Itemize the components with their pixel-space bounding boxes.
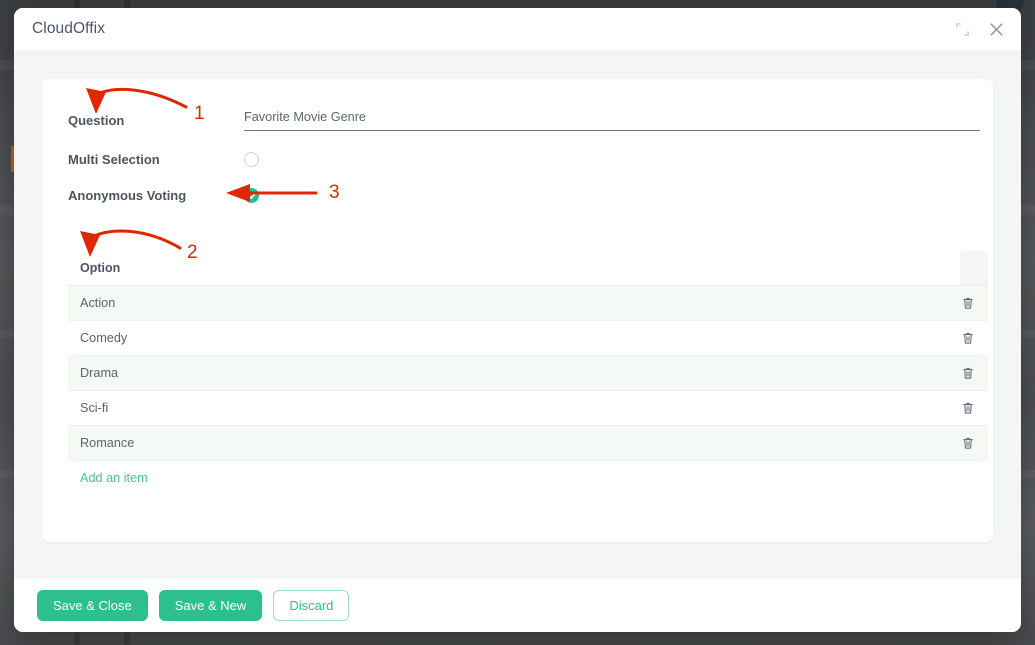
poll-form-card: Question Multi Selection Anonymous Votin… [42,79,993,542]
multi-selection-checkbox[interactable] [244,152,259,167]
dialog-body: Question Multi Selection Anonymous Votin… [14,50,1021,577]
option-cell: Romance [80,436,135,450]
save-and-new-button[interactable]: Save & New [158,589,263,621]
trash-icon[interactable] [948,436,988,450]
multi-selection-label: Multi Selection [68,152,160,167]
anonymous-voting-label: Anonymous Voting [68,188,187,203]
column-header-actions [960,251,988,285]
trash-icon[interactable] [948,296,988,310]
multi-selection-row: Multi Selection [68,146,963,173]
question-field-row: Question [68,107,980,134]
table-row[interactable]: Comedy [68,321,988,356]
add-item-row: Add an item [68,461,988,495]
cloudoffix-dialog: CloudOffix Question Favorite Movie Genre… [14,8,1021,632]
option-cell: Comedy [80,331,128,345]
anonymous-voting-row: Anonymous Voting [68,182,963,209]
table-row[interactable]: Drama [68,356,988,391]
dialog-header: CloudOffix [14,8,1021,50]
options-table: Option Action Comedy Drama Sci-fi Romanc… [68,251,988,495]
table-row[interactable]: Action [68,286,988,321]
trash-icon[interactable] [948,331,988,345]
option-cell: Sci-fi [80,401,109,415]
question-control [244,110,980,131]
dialog-footer: Save & Close Save & New Discard [14,577,1021,632]
table-row[interactable]: Sci-fi [68,391,988,426]
option-cell: Action [80,296,116,310]
question-input[interactable] [244,110,980,131]
save-and-close-button[interactable]: Save & Close [37,589,148,621]
option-cell: Drama [80,366,119,380]
add-an-item-link[interactable]: Add an item [68,471,148,485]
anonymous-voting-checkbox[interactable] [244,188,259,203]
close-icon[interactable] [985,18,1007,40]
discard-button[interactable]: Discard [273,589,350,621]
trash-icon[interactable] [948,401,988,415]
dialog-title: CloudOffix [32,20,106,37]
column-header-option: Option [80,261,121,275]
options-table-header: Option [68,251,988,286]
question-label: Question [68,113,125,128]
dialog-header-actions [951,18,1007,40]
trash-icon[interactable] [948,366,988,380]
multi-selection-control [244,152,963,167]
restore-window-icon[interactable] [951,18,973,40]
table-row[interactable]: Romance [68,426,988,461]
anonymous-voting-control [244,188,963,203]
